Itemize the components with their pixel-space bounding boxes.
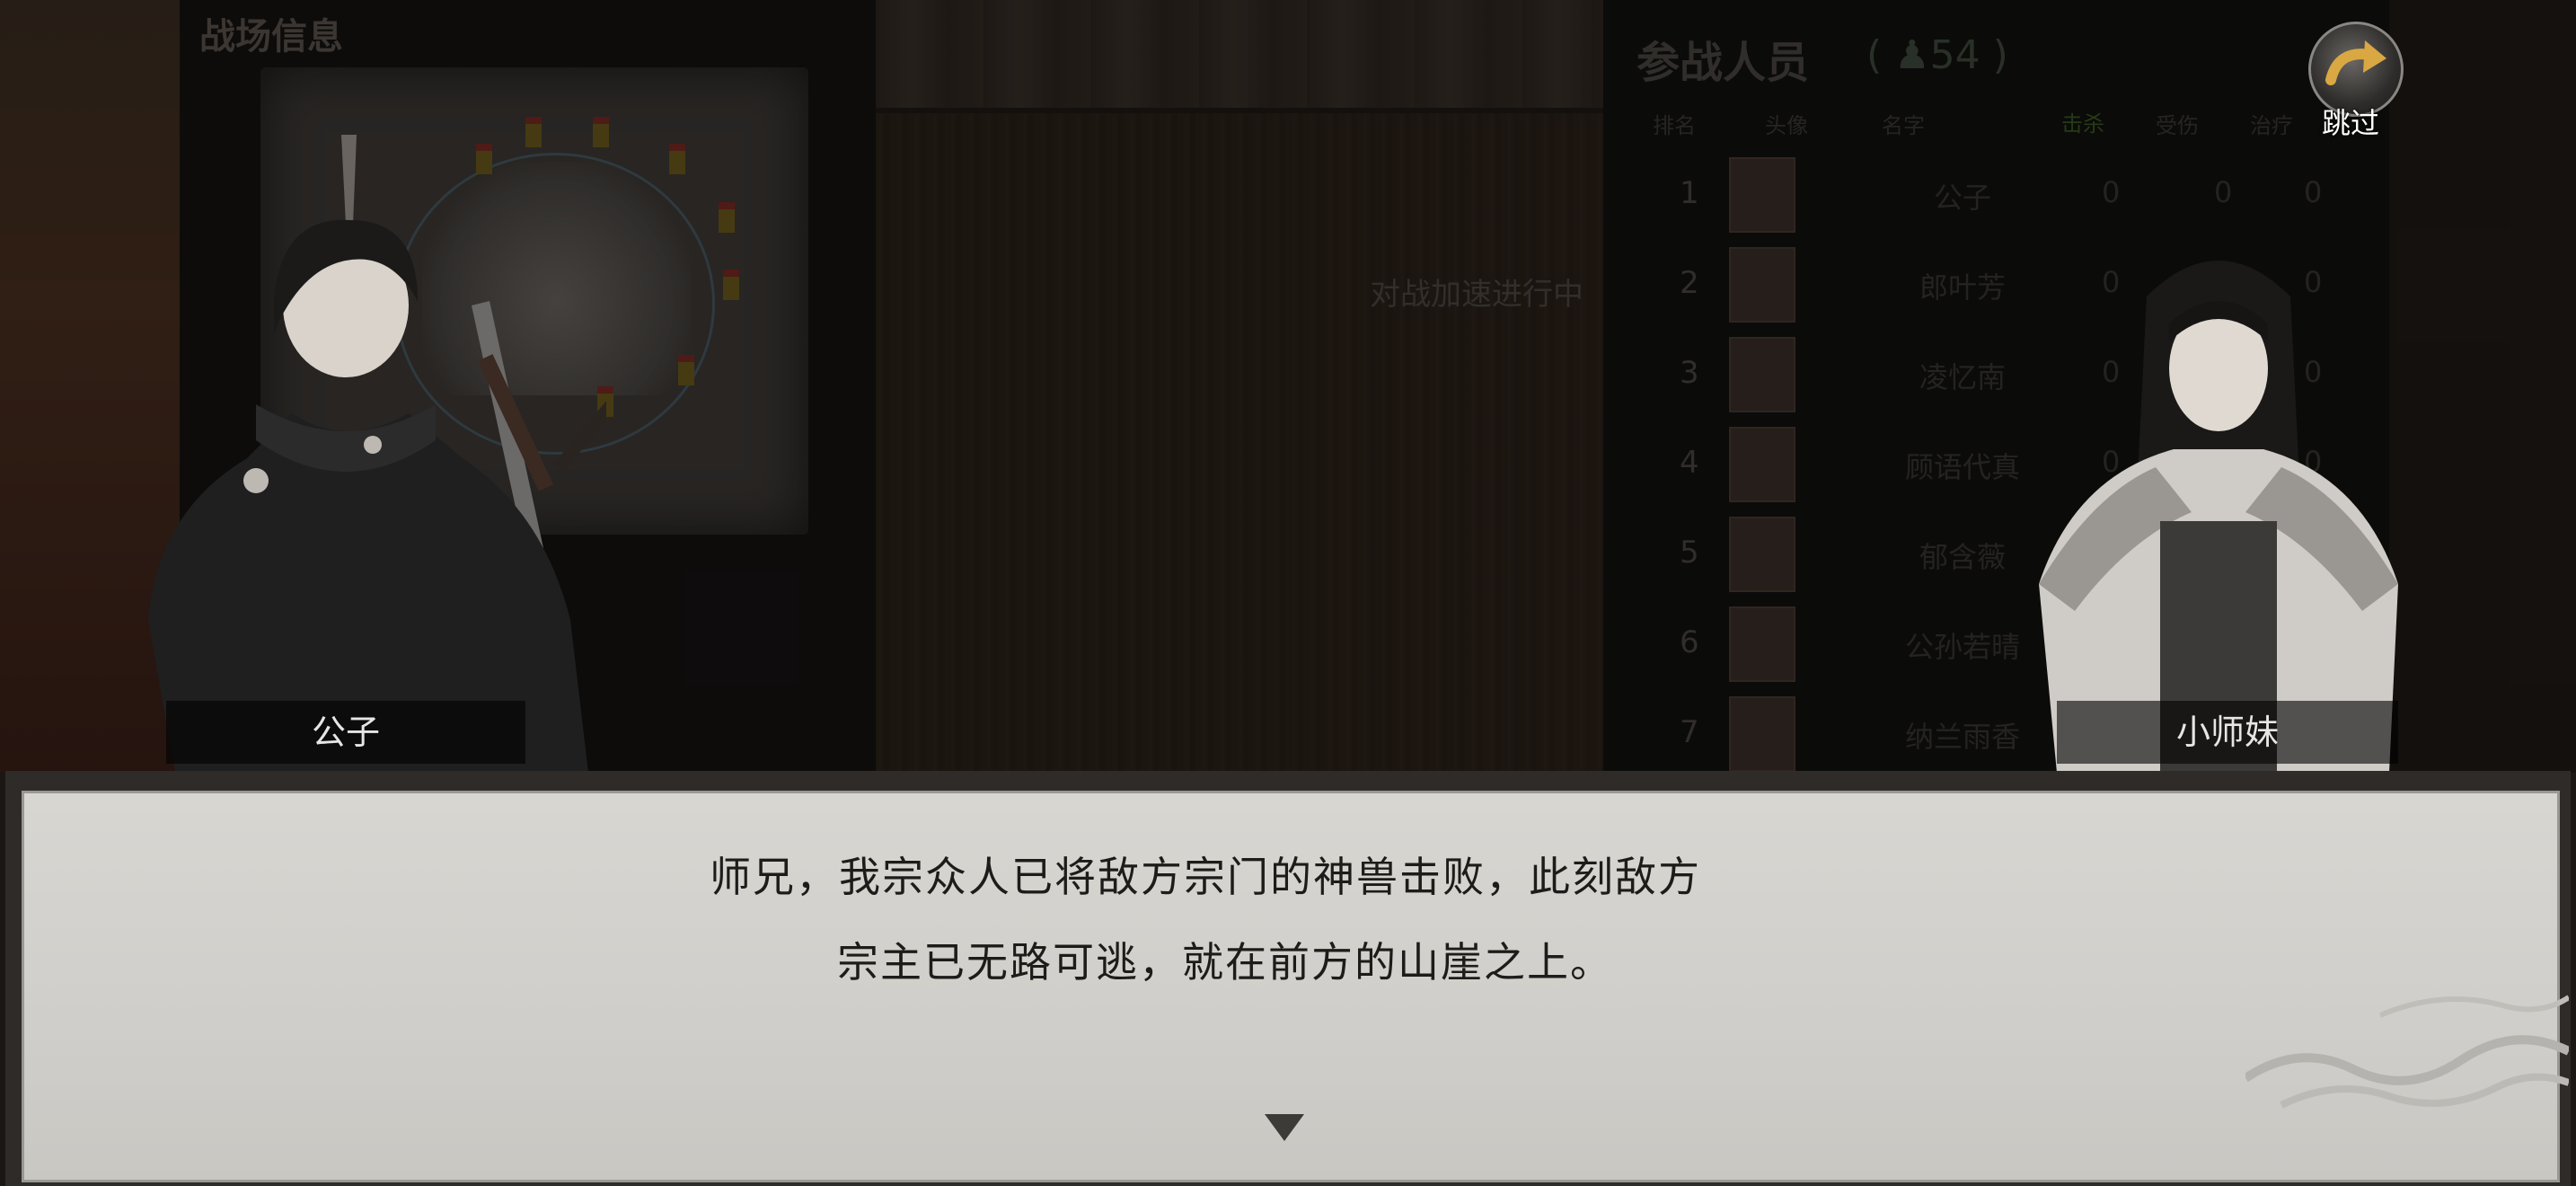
dialogue-line-1: 师兄，我宗众人已将敌方宗门的神兽击败，此刻敌方: [710, 853, 1701, 901]
ink-wave-decoration: [2245, 995, 2569, 1109]
right-speaker-nameplate: 小师妹: [2057, 701, 2398, 764]
right-character-portrait: [2039, 261, 2398, 773]
left-speaker-nameplate: 公子: [166, 701, 525, 764]
dialogue-line-2: 宗主已无路可逃，就在前方的山崖之上。: [837, 938, 1613, 987]
skip-label[interactable]: 跳过: [2322, 101, 2379, 142]
continue-arrow-icon[interactable]: [1265, 1114, 1304, 1141]
left-character-portrait: [148, 135, 606, 773]
